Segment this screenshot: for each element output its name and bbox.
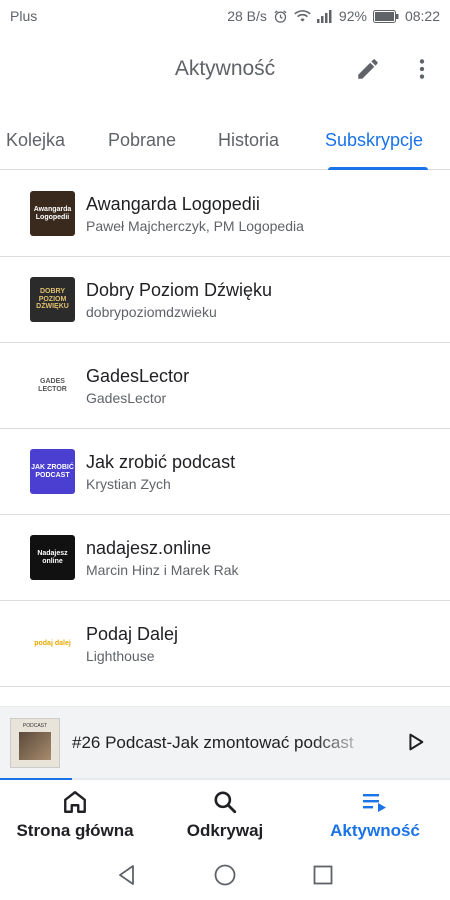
home-circle-icon <box>214 864 236 886</box>
podcast-title: Jak zrobić podcast <box>86 451 236 472</box>
nav-activity-label: Aktywność <box>330 821 420 840</box>
alarm-icon <box>273 9 288 24</box>
battery-icon <box>372 9 399 23</box>
podcast-title: Dobry Poziom Dźwięku <box>86 279 273 300</box>
signal-icon <box>316 9 333 23</box>
podcast-title: Podaj Dalej <box>86 623 179 644</box>
podcast-author: Marcin Hinz i Marek Rak <box>86 561 239 578</box>
mini-player[interactable]: PODCAST #26 Podcast-Jak zmontować podcas… <box>0 706 450 778</box>
podcast-cover: GADES LECTOR <box>30 363 75 408</box>
play-button[interactable] <box>404 731 426 758</box>
podcast-cover: JAK ZROBIĆ PODCAST <box>30 449 75 494</box>
more-options-button[interactable] <box>408 55 436 83</box>
podcast-title: Awangarda Logopedii <box>86 193 260 214</box>
app-bar: Aktywność <box>0 32 450 106</box>
pencil-icon <box>358 59 378 79</box>
podcast-author: Lighthouse <box>86 647 155 664</box>
nav-home[interactable]: Strona główna <box>0 780 150 850</box>
list-item[interactable]: Awangarda Logopedii Awangarda Logopedii … <box>0 171 450 257</box>
wifi-icon <box>294 9 311 23</box>
tab-subskrypcje[interactable]: Subskrypcje <box>325 110 423 170</box>
tab-pobrane[interactable]: Pobrane <box>108 110 176 170</box>
nav-discover[interactable]: Odkrywaj <box>150 780 300 850</box>
battery-percent: 92% <box>338 8 367 24</box>
podcast-cover: DOBRY POZIOM DŹWIĘKU <box>30 277 75 322</box>
nav-home-label: Strona główna <box>16 821 134 840</box>
list-item[interactable]: JAK ZROBIĆ PODCAST Jak zrobić podcast Kr… <box>0 429 450 515</box>
nav-discover-label: Odkrywaj <box>186 821 264 840</box>
system-navigation <box>0 850 450 900</box>
podcast-cover: Nadajesz online <box>30 535 75 580</box>
list-item[interactable]: DOBRY POZIOM DŹWIĘKU Dobry Poziom Dźwięk… <box>0 257 450 343</box>
tab-historia[interactable]: Historia <box>218 110 279 170</box>
list-item[interactable]: podaj dalej Podaj Dalej Lighthouse <box>0 601 450 687</box>
podcast-author: Paweł Majcherczyk, PM Logopedia <box>86 217 304 234</box>
podcast-author: GadesLector <box>86 389 167 406</box>
page-title: Aktywność <box>174 57 276 80</box>
bottom-navigation: Strona główna Odkrywaj Aktywność <box>0 780 450 850</box>
podcast-author: Krystian Zych <box>86 475 171 492</box>
episode-cover: PODCAST <box>10 717 60 768</box>
podcast-title: nadajesz.online <box>86 537 212 558</box>
active-tab-indicator <box>328 167 428 170</box>
back-triangle-icon <box>119 865 134 885</box>
clock: 08:22 <box>404 8 440 24</box>
activity-icon <box>363 794 386 812</box>
tab-bar: Kolejka Pobrane Historia Subskrypcje <box>0 110 450 170</box>
nav-activity[interactable]: Aktywność <box>300 780 450 850</box>
back-button[interactable] <box>114 862 140 888</box>
podcast-cover: podaj dalej <box>30 621 75 666</box>
episode-cover-label: PODCAST <box>22 722 48 729</box>
recents-button[interactable] <box>310 862 336 888</box>
home-icon <box>64 791 86 813</box>
edit-button[interactable] <box>354 55 382 83</box>
list-item[interactable]: GADES LECTOR GadesLector GadesLector <box>0 343 450 429</box>
podcast-title: GadesLector <box>86 365 190 386</box>
podcast-cover: Awangarda Logopedii <box>30 191 75 236</box>
subscriptions-list: Awangarda Logopedii Awangarda Logopedii … <box>0 171 450 687</box>
tab-kolejka[interactable]: Kolejka <box>6 110 65 170</box>
search-icon <box>214 791 237 814</box>
recents-square-icon <box>313 865 333 885</box>
carrier-label: Plus <box>10 8 38 24</box>
podcast-author: dobrypoziomdzwieku <box>86 303 217 320</box>
play-icon <box>409 733 424 751</box>
home-system-button[interactable] <box>212 862 238 888</box>
episode-title: #26 Podcast-Jak zmontować podcast <box>72 732 354 752</box>
more-vert-icon <box>419 59 425 79</box>
network-speed: 28 B/s <box>227 8 267 24</box>
list-item[interactable]: Nadajesz online nadajesz.online Marcin H… <box>0 515 450 601</box>
status-bar: Plus 28 B/s 92% 08:22 <box>0 0 450 32</box>
